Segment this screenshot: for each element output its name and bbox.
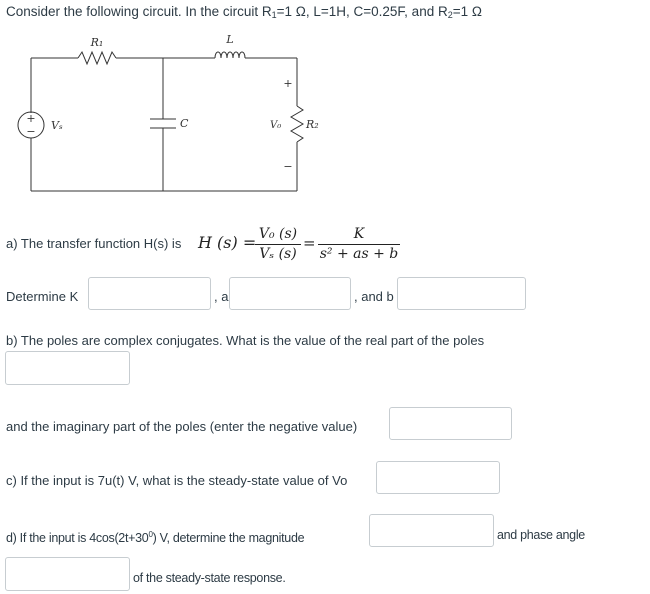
source-minus-label: −: [26, 125, 35, 138]
fraction-numerator-k: K: [353, 226, 365, 242]
phase-angle-label: and phase angle: [497, 528, 585, 542]
a-input[interactable]: [229, 277, 351, 310]
r1-label: R₁: [90, 36, 104, 49]
inductor-l: [214, 51, 246, 59]
vo-minus-label: −: [283, 160, 292, 173]
h-of-s-lhs: H (s) =: [198, 233, 257, 252]
header-values: =1 Ω, L=1H, C=0.25F, and R: [276, 4, 448, 19]
part-d-prompt-start: d) If the input is 4cos(2t+30: [6, 531, 149, 546]
imaginary-part-label: and the imaginary part of the poles (ent…: [6, 419, 358, 434]
header-r2-value: =1 Ω: [452, 4, 482, 19]
question-header: Consider the following circuit. In the c…: [6, 4, 482, 23]
vo-label: V₀: [270, 120, 281, 131]
part-b-prompt: b) The poles are complex conjugates. Wha…: [6, 333, 485, 348]
c-label: C: [180, 117, 189, 130]
circuit-diagram: + − Vₛ R₁ L C + − V₀ R₂: [17, 33, 319, 192]
magnitude-input[interactable]: [369, 514, 494, 547]
part-a-prompt: a) The transfer function H(s) is: [6, 236, 182, 251]
determine-k-label: Determine K: [6, 289, 79, 304]
pole-real-part-input[interactable]: [5, 351, 130, 385]
fraction-vo-vs: V₀ (s) Vₛ (s): [255, 226, 301, 263]
l-label: L: [225, 33, 233, 46]
phase-angle-input[interactable]: [5, 557, 130, 591]
fraction-denominator-polynomial: s² + as + b: [319, 246, 399, 262]
resistor-r1: [77, 50, 117, 66]
part-d-prompt-end: ) V, determine the magnitude: [152, 531, 305, 546]
r2-label: R₂: [305, 118, 319, 131]
part-c-prompt: c) If the input is 7u(t) V, what is the …: [6, 473, 348, 488]
steady-state-vo-input[interactable]: [376, 461, 500, 494]
steady-state-response-label: of the steady-state response.: [133, 571, 286, 585]
fraction-k-poly: K s² + as + b: [318, 226, 400, 263]
vs-label: Vₛ: [51, 119, 63, 132]
fraction-denominator-vs: Vₛ (s): [259, 246, 297, 262]
fraction-bar: [255, 244, 301, 245]
pole-imaginary-part-input[interactable]: [389, 407, 512, 440]
a-label: , a: [214, 289, 229, 304]
source-plus-label: +: [26, 112, 35, 125]
vo-plus-label: +: [283, 77, 292, 90]
resistor-r2: [290, 105, 304, 143]
header-intro: Consider the following circuit. In the c…: [6, 4, 272, 19]
b-label: , and b: [354, 289, 394, 304]
part-d-prompt: d) If the input is 4cos(2t+300) V, deter…: [6, 527, 305, 546]
fraction-bar: [318, 244, 400, 245]
k-input[interactable]: [88, 277, 211, 310]
fraction-numerator-vo: V₀ (s): [258, 226, 298, 242]
equals-sign: =: [303, 234, 316, 252]
b-input[interactable]: [397, 277, 526, 310]
